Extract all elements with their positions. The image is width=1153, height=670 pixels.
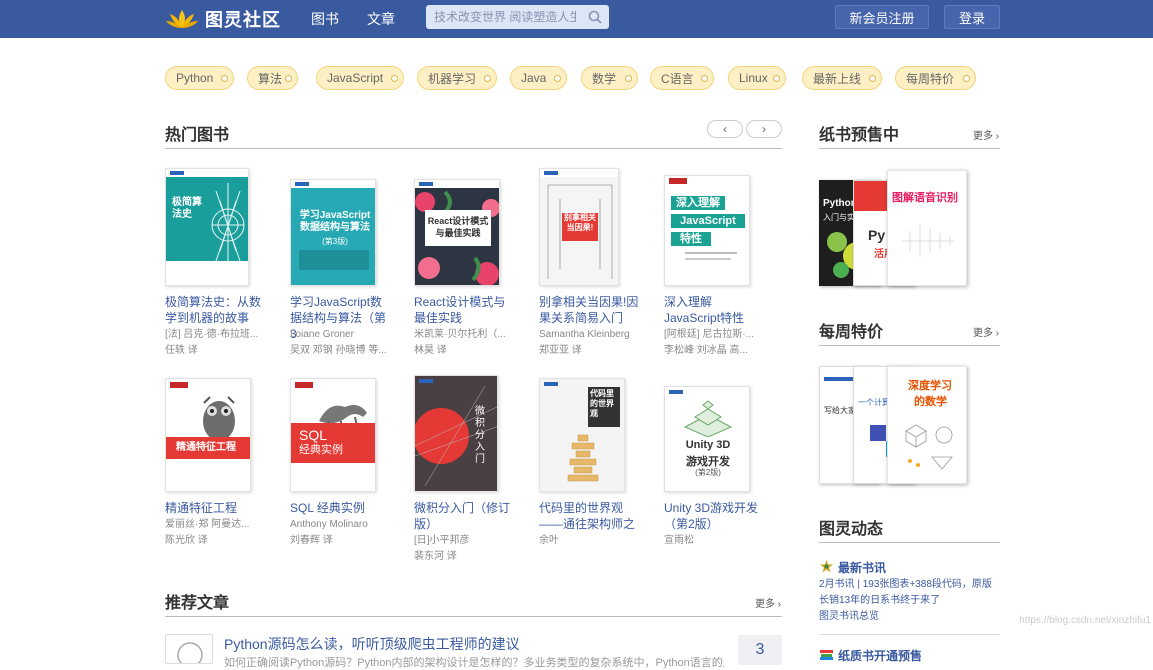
book-author[interactable]: [阿根廷] 尼古拉斯·... bbox=[664, 327, 766, 343]
article-comment-count[interactable]: 3 bbox=[738, 635, 782, 665]
news-item-latest-books[interactable]: 最新书讯 bbox=[838, 559, 886, 576]
article-excerpt: 如何正确阅读Python源码？Python内部的架构设计是怎样的？多业务类型的复… bbox=[224, 657, 724, 669]
book-cover[interactable]: 极简算法史 bbox=[165, 168, 249, 286]
book-author[interactable]: [法] 吕克·德·布拉班... bbox=[165, 327, 267, 343]
book-title[interactable]: 极简算法史：从数学到机器的故事 bbox=[165, 294, 267, 326]
watermark-text: https://blog.csdn.net/xinzhifu1 bbox=[1019, 615, 1151, 626]
book-translator[interactable]: 郑亚亚 译 bbox=[539, 343, 641, 359]
news-divider bbox=[819, 542, 1000, 543]
lotus-logo-icon bbox=[166, 10, 198, 28]
tag-linux[interactable]: Linux bbox=[728, 66, 786, 90]
articles-more-link[interactable]: 更多 › bbox=[755, 595, 781, 610]
book-translator[interactable]: 陈光欣 译 bbox=[165, 533, 267, 549]
book-translator[interactable]: 刘春辉 译 bbox=[290, 533, 392, 549]
tag-machine-learning[interactable]: 机器学习 bbox=[417, 66, 497, 90]
weekly-divider bbox=[819, 345, 1000, 346]
presale-title: 纸书预售中 bbox=[819, 127, 900, 144]
news-item-line[interactable]: 长销13年的日系书终于来了 bbox=[819, 593, 940, 609]
book-cover[interactable]: 学习JavaScript数据结构与算法 (第3版) bbox=[290, 179, 376, 286]
book-title[interactable]: 微积分入门（修订版） bbox=[414, 500, 516, 532]
book-cover[interactable]: Unity 3D 游戏开发 (第2版) bbox=[664, 386, 750, 492]
book-translator[interactable]: 李松峰 刘冰晶 高... bbox=[664, 343, 766, 359]
article-title[interactable]: Python源码怎么读，听听顶级爬虫工程师的建议 bbox=[224, 634, 520, 654]
book-author[interactable]: Loiane Groner bbox=[290, 327, 392, 343]
news-item-divider bbox=[819, 634, 1000, 635]
register-button[interactable]: 新会员注册 bbox=[835, 5, 929, 29]
book-translator[interactable]: 林昊 译 bbox=[414, 343, 516, 359]
search-input[interactable] bbox=[426, 5, 576, 29]
news-item-presale[interactable]: 纸质书开通预售 bbox=[838, 647, 922, 664]
tag-new-arrivals[interactable]: 最新上线 bbox=[802, 66, 882, 90]
book-author[interactable]: 余叶 bbox=[539, 533, 641, 549]
book-stack-icon bbox=[820, 650, 833, 660]
book-cover[interactable]: SQL 经典实例 bbox=[290, 378, 376, 492]
book-title[interactable]: 别拿相关当因果!因果关系简易入门 bbox=[539, 294, 641, 326]
tag-algorithm[interactable]: 算法 bbox=[247, 66, 298, 90]
articles-divider bbox=[165, 616, 782, 617]
book-title[interactable]: Unity 3D游戏开发（第2版） bbox=[664, 500, 766, 532]
presale-divider bbox=[819, 148, 1000, 149]
site-logo[interactable]: 图灵社区 bbox=[165, 6, 281, 32]
tag-c-language[interactable]: C语言 bbox=[650, 66, 714, 90]
chevron-right-icon: › bbox=[762, 122, 766, 136]
book-author[interactable]: 爱丽丝·郑 阿曼达... bbox=[165, 517, 267, 533]
top-header: 图灵社区 图书 文章 新会员注册 登录 bbox=[0, 0, 1153, 38]
nav-articles[interactable]: 文章 bbox=[367, 9, 395, 29]
prev-arrow-button[interactable]: ‹ bbox=[707, 120, 743, 138]
book-title[interactable]: SQL 经典实例 bbox=[290, 500, 392, 516]
nav-books[interactable]: 图书 bbox=[311, 9, 339, 29]
site-name: 图灵社区 bbox=[205, 10, 281, 30]
book-cover[interactable]: 深入理解 JavaScript 特性 bbox=[664, 175, 750, 286]
articles-title: 推荐文章 bbox=[165, 595, 230, 612]
book-title[interactable]: 精通特征工程 bbox=[165, 500, 267, 516]
book-translator[interactable]: 裴东河 译 bbox=[414, 549, 516, 565]
tag-python[interactable]: Python bbox=[165, 66, 234, 90]
book-author[interactable]: Anthony Molinaro bbox=[290, 517, 392, 533]
book-author[interactable]: 米凯莱·贝尔托利（... bbox=[414, 327, 516, 343]
news-title: 图灵动态 bbox=[819, 521, 884, 538]
book-cover[interactable]: React设计模式与最佳实践 bbox=[414, 179, 500, 286]
hot-books-divider bbox=[165, 148, 782, 149]
hot-books-title: 热门图书 bbox=[165, 127, 230, 144]
presale-more-link[interactable]: 更多 › bbox=[973, 127, 999, 142]
book-title[interactable]: 深入理解JavaScript特性 bbox=[664, 294, 766, 326]
star-badge-icon bbox=[820, 560, 833, 573]
book-title[interactable]: React设计模式与最佳实践 bbox=[414, 294, 516, 326]
book-cover[interactable]: 精通特征工程 bbox=[165, 378, 251, 492]
news-item-line[interactable]: 2月书讯 | 193张图表+388段代码，原版 bbox=[819, 577, 992, 593]
weekly-book-cover[interactable]: 深度学习 的数学 bbox=[887, 366, 967, 484]
tag-java[interactable]: Java bbox=[510, 66, 567, 90]
tag-math[interactable]: 数学 bbox=[581, 66, 638, 90]
book-author[interactable]: Samantha Kleinberg bbox=[539, 327, 641, 343]
book-author[interactable]: 宣雨松 bbox=[664, 533, 766, 549]
book-cover[interactable]: 代码里的世界观 bbox=[539, 378, 625, 492]
book-translator[interactable]: 吴双 邓钢 孙晓博 等... bbox=[290, 343, 392, 359]
weekly-title: 每周特价 bbox=[819, 324, 884, 341]
book-author[interactable]: [日]小平邦彦 bbox=[414, 533, 516, 549]
login-button[interactable]: 登录 bbox=[944, 5, 1000, 29]
weekly-more-link[interactable]: 更多 › bbox=[973, 324, 999, 339]
search-box bbox=[426, 5, 609, 29]
book-cover[interactable]: 别拿相关当因果! bbox=[539, 168, 619, 286]
presale-book-cover[interactable]: 图解语音识别 bbox=[887, 170, 967, 286]
chevron-left-icon: ‹ bbox=[723, 122, 727, 136]
news-item-line[interactable]: 图灵书讯总览 bbox=[819, 609, 879, 625]
tag-weekly-deals[interactable]: 每周特价 bbox=[895, 66, 976, 90]
search-icon[interactable] bbox=[587, 9, 603, 25]
book-title[interactable]: 代码里的世界观——通往架构师之 bbox=[539, 500, 641, 532]
tag-javascript[interactable]: JavaScript bbox=[316, 66, 404, 90]
book-translator[interactable]: 任轶 译 bbox=[165, 343, 267, 359]
next-arrow-button[interactable]: › bbox=[746, 120, 782, 138]
book-cover[interactable]: 微积分入门 bbox=[414, 375, 498, 492]
